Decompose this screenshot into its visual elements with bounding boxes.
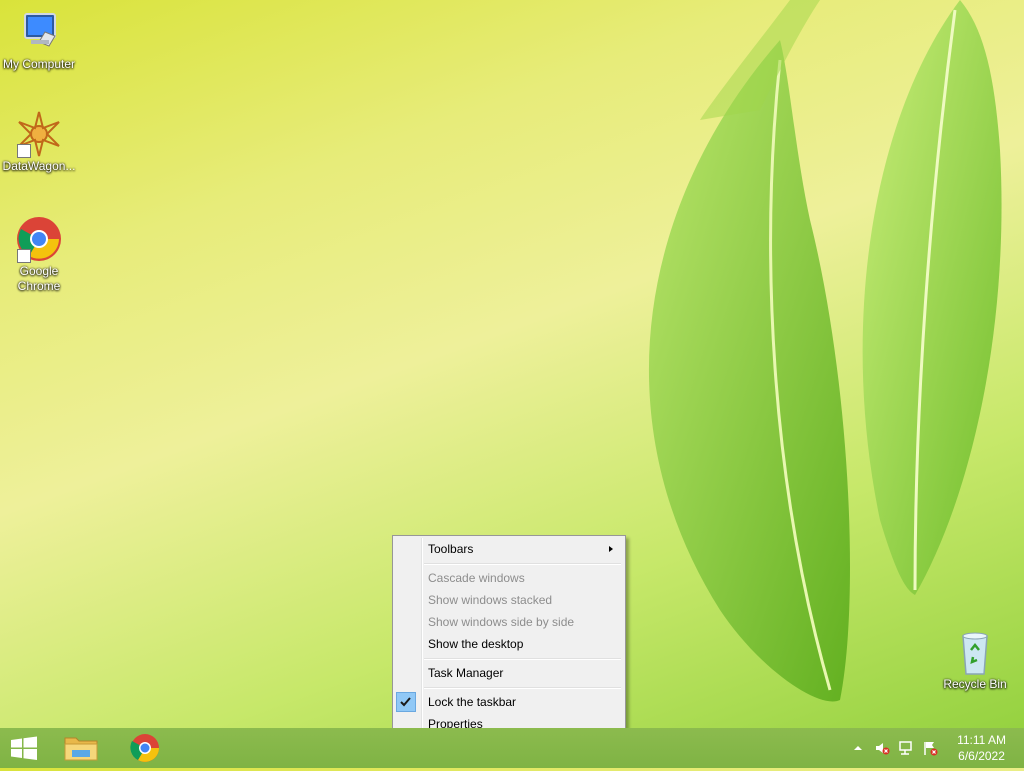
file-explorer-button[interactable]: [56, 728, 106, 768]
menu-separator: [424, 563, 621, 565]
clock-date: 6/6/2022: [958, 749, 1005, 763]
menu-item-task-manager[interactable]: Task Manager: [395, 662, 623, 684]
chrome-icon: [130, 734, 159, 762]
recycle-bin-icon: [951, 630, 999, 676]
volume-muted-icon[interactable]: [874, 740, 890, 756]
desktop-icon-google-chrome[interactable]: Google Chrome: [0, 215, 78, 294]
menu-item-show-the-desktop[interactable]: Show the desktop: [395, 633, 623, 655]
start-button[interactable]: [0, 728, 48, 768]
menu-item-toolbars[interactable]: Toolbars: [395, 538, 623, 560]
chrome-button[interactable]: [120, 728, 170, 768]
desktop-icon-my-computer[interactable]: My Computer: [0, 8, 78, 72]
action-center-icon[interactable]: [922, 740, 938, 756]
menu-item-lock-the-taskbar[interactable]: Lock the taskbar: [395, 691, 623, 713]
menu-item-cascade-windows[interactable]: Cascade windows: [395, 567, 623, 589]
desktop-icon-label: Recycle Bin: [943, 677, 1007, 691]
desktop-icon-datawagon[interactable]: DataWagon...: [0, 110, 78, 174]
desktop-icon-label: My Computer: [2, 57, 76, 71]
submenu-arrow-icon: [609, 546, 613, 552]
folder-icon: [64, 737, 98, 761]
desktop-icon-label: Google Chrome: [17, 264, 61, 293]
computer-icon: [15, 8, 63, 56]
desktop-icon-label: DataWagon...: [2, 159, 76, 173]
taskbar[interactable]: 11:11 AM 6/6/2022: [0, 728, 1024, 768]
menu-separator: [424, 658, 621, 660]
show-hidden-icons-icon[interactable]: [850, 740, 866, 756]
taskbar-clock[interactable]: 11:11 AM 6/6/2022: [957, 732, 1006, 764]
taskbar-context-menu: Toolbars Cascade windows Show windows st…: [392, 535, 626, 739]
menu-separator: [424, 687, 621, 689]
network-icon[interactable]: [898, 740, 914, 756]
menu-item-show-windows-stacked[interactable]: Show windows stacked: [395, 589, 623, 611]
shortcut-arrow-icon: [17, 144, 31, 158]
desktop-icon-recycle-bin[interactable]: Recycle Bin: [936, 630, 1014, 692]
windows-logo-icon: [11, 736, 37, 760]
menu-item-show-windows-side-by-side[interactable]: Show windows side by side: [395, 611, 623, 633]
clock-time: 11:11 AM: [957, 733, 1006, 747]
chrome-icon: [15, 215, 63, 263]
shortcut-arrow-icon: [17, 249, 31, 263]
checkmark-icon: [396, 692, 416, 712]
datawagon-icon: [15, 110, 63, 158]
